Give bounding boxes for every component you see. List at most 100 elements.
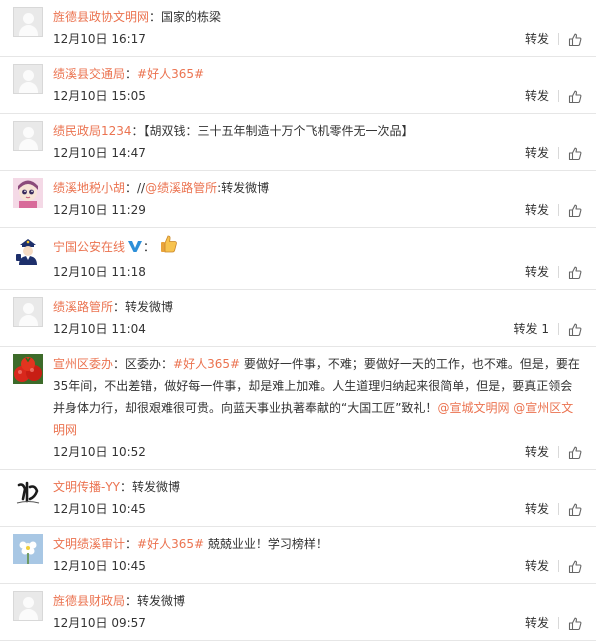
mention-link[interactable]: #好人365#	[173, 357, 240, 371]
forward-button[interactable]: 转发 1	[514, 318, 549, 340]
action-bar: 转发	[525, 441, 582, 463]
like-icon[interactable]	[568, 502, 582, 517]
comment-meta: 12月10日 09:57 转发	[53, 612, 596, 634]
text-segment: ：转发微博	[113, 300, 174, 314]
user-name-link[interactable]: 绩溪路管所	[53, 300, 113, 314]
forward-button[interactable]: 转发	[525, 28, 549, 50]
user-name-link[interactable]: 文明传播-YY	[53, 480, 120, 494]
like-icon[interactable]	[568, 146, 582, 161]
list-item: 绩民政局1234：【胡双钱：三十五年制造十万个飞机零件无一次品】 12月10日 1…	[0, 114, 596, 171]
comment-text: 文明传播-YY：转发微博	[53, 476, 596, 498]
like-icon[interactable]	[568, 265, 582, 280]
list-item: 宁国公安在线 ： 12月10日 11:18 转发	[0, 228, 596, 290]
list-item: 绩溪县交通局：#好人365# 12月10日 15:05 转发	[0, 57, 596, 114]
divider	[558, 266, 559, 278]
action-bar: 转发	[525, 261, 582, 283]
forward-button[interactable]: 转发	[525, 612, 549, 634]
avatar[interactable]	[13, 7, 43, 37]
comment-meta: 12月10日 11:04 转发 1	[53, 318, 596, 340]
comment-text: 绩民政局1234：【胡双钱：三十五年制造十万个飞机零件无一次品】	[53, 120, 596, 142]
user-name-link[interactable]: 绩溪地税小胡	[53, 181, 125, 195]
avatar[interactable]	[13, 354, 43, 384]
text-segment: ：国家的栋梁	[149, 10, 222, 24]
user-name-link[interactable]: 文明绩溪审计	[53, 537, 125, 551]
list-item: 旌德县财政局：转发微博 12月10日 09:57 转发	[0, 584, 596, 641]
divider	[558, 617, 559, 629]
like-icon[interactable]	[568, 445, 582, 460]
divider	[558, 33, 559, 45]
like-icon[interactable]	[568, 203, 582, 218]
text-segment: ：//	[125, 181, 146, 195]
list-item: 文明绩溪审计：#好人365# 兢兢业业！学习榜样！ 12月10日 10:45 转发	[0, 527, 596, 584]
comment-meta: 12月10日 15:05 转发	[53, 85, 596, 107]
comment-text: 宁国公安在线 ：	[53, 234, 596, 261]
list-item: 绩溪路管所：转发微博 12月10日 11:04 转发 1	[0, 290, 596, 347]
text-segment: ：区委办：	[113, 357, 174, 371]
avatar[interactable]	[13, 591, 43, 621]
comment-text: 旌德县财政局：转发微博	[53, 590, 596, 612]
divider	[558, 446, 559, 458]
user-name-link[interactable]: 宁国公安在线	[53, 240, 125, 254]
forward-button[interactable]: 转发	[525, 261, 549, 283]
user-name-link[interactable]: 旌德县政协文明网	[53, 10, 149, 24]
text-segment: ：转发微博	[120, 480, 181, 494]
action-bar: 转发 1	[514, 318, 582, 340]
user-name-link[interactable]: 旌德县财政局	[53, 594, 125, 608]
user-name-link[interactable]: 绩溪县交通局	[53, 67, 125, 81]
user-name-link[interactable]: 绩民政局1234	[53, 124, 132, 138]
avatar[interactable]	[13, 121, 43, 151]
action-bar: 转发	[525, 498, 582, 520]
forward-button[interactable]: 转发	[525, 142, 549, 164]
text-segment: ：	[143, 240, 156, 254]
list-item: 文明传播-YY：转发微博 12月10日 10:45 转发	[0, 470, 596, 527]
avatar[interactable]	[13, 64, 43, 94]
timestamp: 12月10日 15:05	[53, 89, 146, 103]
mention-link[interactable]: #好人365#	[137, 67, 204, 81]
comment-text: 绩溪地税小胡：//@绩溪路管所:转发微博	[53, 177, 596, 199]
forward-button[interactable]: 转发	[525, 498, 549, 520]
like-icon[interactable]	[568, 616, 582, 631]
like-icon[interactable]	[568, 32, 582, 47]
forward-list: 旌德县政协文明网：国家的栋梁 12月10日 16:17 转发 绩溪县交通局：#好人36…	[0, 0, 596, 641]
comment-text: 文明绩溪审计：#好人365# 兢兢业业！学习榜样！	[53, 533, 596, 555]
divider	[558, 204, 559, 216]
forward-button[interactable]: 转发	[525, 555, 549, 577]
thumbs-up-icon	[159, 234, 179, 261]
like-icon[interactable]	[568, 559, 582, 574]
action-bar: 转发	[525, 28, 582, 50]
avatar[interactable]	[13, 534, 43, 564]
avatar[interactable]	[13, 297, 43, 327]
timestamp: 12月10日 10:52	[53, 445, 146, 459]
text-segment: ：转发微博	[125, 594, 186, 608]
comment-meta: 12月10日 10:45 转发	[53, 555, 596, 577]
divider	[558, 90, 559, 102]
text-segment: 兢兢业业！学习榜样！	[204, 537, 328, 551]
verified-icon	[127, 238, 143, 260]
comment-meta: 12月10日 11:18 转发	[53, 261, 596, 283]
timestamp: 12月10日 16:17	[53, 32, 146, 46]
action-bar: 转发	[525, 142, 582, 164]
forward-button[interactable]: 转发	[525, 199, 549, 221]
user-name-link[interactable]: 宣州区委办	[53, 357, 113, 371]
divider	[558, 560, 559, 572]
mention-link[interactable]: @绩溪路管所	[145, 181, 217, 195]
timestamp: 12月10日 11:29	[53, 203, 146, 217]
like-icon[interactable]	[568, 322, 582, 337]
avatar[interactable]	[13, 178, 43, 208]
divider	[558, 147, 559, 159]
avatar[interactable]	[13, 235, 43, 265]
like-icon[interactable]	[568, 89, 582, 104]
comment-text: 宣州区委办：区委办：#好人365# 要做好一件事，不难；要做好一天的工作，也不难…	[53, 353, 596, 441]
timestamp: 12月10日 11:18	[53, 265, 146, 279]
timestamp: 12月10日 14:47	[53, 146, 146, 160]
mention-link[interactable]: #好人365#	[137, 537, 204, 551]
action-bar: 转发	[525, 555, 582, 577]
timestamp: 12月10日 10:45	[53, 502, 146, 516]
forward-button[interactable]: 转发	[525, 85, 549, 107]
avatar[interactable]	[13, 477, 43, 507]
comment-meta: 12月10日 10:52 转发	[53, 441, 596, 463]
mention-link[interactable]: @宣城文明网	[437, 401, 509, 415]
text-segment: ：	[125, 537, 138, 551]
forward-button[interactable]: 转发	[525, 441, 549, 463]
action-bar: 转发	[525, 85, 582, 107]
